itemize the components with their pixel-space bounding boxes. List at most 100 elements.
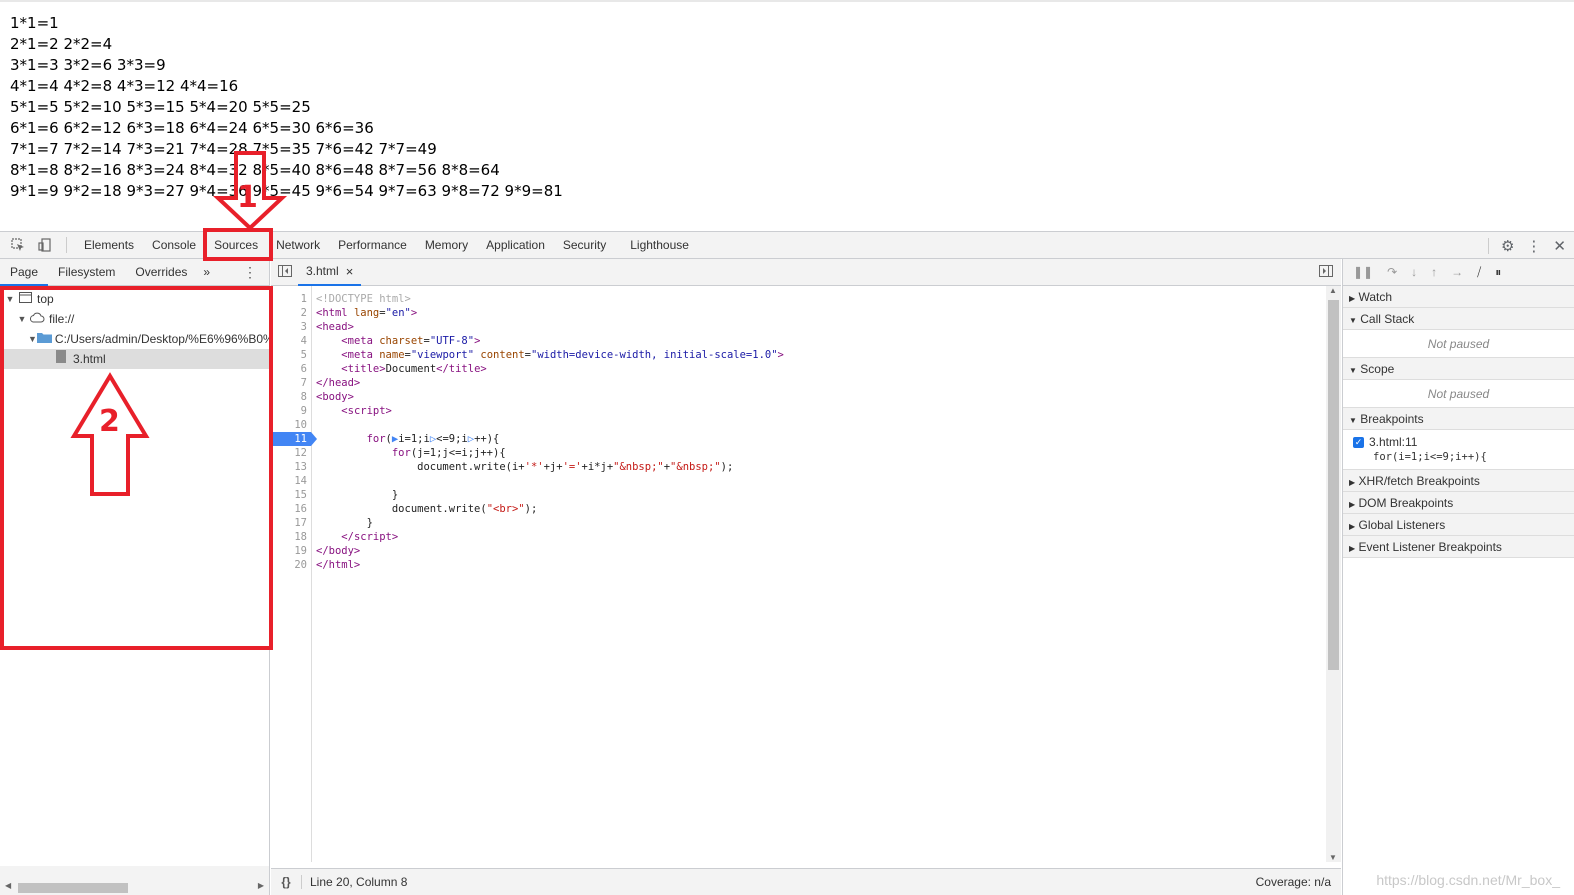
section-dom-breakpoints[interactable]: ▶ DOM Breakpoints: [1343, 492, 1574, 514]
step-into-icon[interactable]: ↓: [1411, 265, 1417, 279]
code-line[interactable]: <meta charset="UTF-8">: [316, 334, 784, 348]
debugger-toolbar: ❚❚ ↷ ↓ ↑ → ⧸ ⏸: [1343, 259, 1574, 286]
code-area[interactable]: 1 2 3 4 5 6 7 8 9 10 11 12 13 14 15 16 1…: [271, 286, 1326, 862]
line-number[interactable]: 14: [271, 474, 311, 488]
divider: [66, 237, 67, 253]
code-line[interactable]: </script>: [316, 530, 784, 544]
navigator-scrollbar[interactable]: ◀ ▶: [0, 879, 269, 895]
line-number[interactable]: 7: [271, 376, 311, 390]
line-number[interactable]: 19: [271, 544, 311, 558]
section-global-listeners[interactable]: ▶ Global Listeners: [1343, 514, 1574, 536]
tab-elements[interactable]: Elements: [75, 232, 143, 259]
inspect-element-icon[interactable]: [4, 232, 31, 259]
line-number[interactable]: 3: [271, 320, 311, 334]
scroll-left-icon[interactable]: ◀: [5, 881, 11, 890]
source-code[interactable]: <!DOCTYPE html><html lang="en"><head> <m…: [316, 286, 784, 572]
code-line[interactable]: }: [316, 516, 784, 530]
tab-performance[interactable]: Performance: [329, 232, 416, 259]
section-xhr-breakpoints[interactable]: ▶ XHR/fetch Breakpoints: [1343, 470, 1574, 492]
line-number[interactable]: 20: [271, 558, 311, 572]
code-line[interactable]: </html>: [316, 558, 784, 572]
settings-gear-icon[interactable]: ⚙: [1501, 237, 1514, 255]
device-toolbar-icon[interactable]: [31, 232, 58, 259]
line-number[interactable]: 12: [271, 446, 311, 460]
tab-network[interactable]: Network: [267, 232, 329, 259]
code-line[interactable]: <script>: [316, 404, 784, 418]
scroll-up-icon[interactable]: ▲: [1329, 286, 1337, 295]
section-breakpoints[interactable]: ▼ Breakpoints: [1343, 408, 1574, 430]
step-icon[interactable]: →: [1451, 265, 1463, 279]
toggle-navigator-icon[interactable]: [271, 265, 298, 280]
line-number[interactable]: 6: [271, 362, 311, 376]
code-editor: 3.html × 1 2 3 4 5 6 7 8 9 10 11 12 13: [271, 259, 1341, 895]
code-line[interactable]: <!DOCTYPE html>: [316, 292, 784, 306]
step-out-icon[interactable]: ↑: [1431, 265, 1437, 279]
tab-page[interactable]: Page: [0, 259, 48, 286]
line-number[interactable]: 17: [271, 516, 311, 530]
line-number[interactable]: 5: [271, 348, 311, 362]
line-number[interactable]: 4: [271, 334, 311, 348]
output-line: 4*1=4 4*2=8 4*3=12 4*4=16: [10, 76, 1564, 97]
code-line[interactable]: [316, 418, 784, 432]
scrollbar-thumb[interactable]: [18, 883, 128, 893]
line-number[interactable]: 9: [271, 404, 311, 418]
code-line[interactable]: }: [316, 488, 784, 502]
tab-console[interactable]: Console: [143, 232, 205, 259]
more-options-icon[interactable]: ⋮: [1526, 237, 1541, 255]
code-line[interactable]: <body>: [316, 390, 784, 404]
code-line[interactable]: <head>: [316, 320, 784, 334]
close-icon[interactable]: ✕: [1553, 237, 1566, 255]
tab-filesystem[interactable]: Filesystem: [48, 259, 125, 286]
line-number[interactable]: 8: [271, 390, 311, 404]
scrollbar-thumb[interactable]: [1328, 300, 1339, 670]
file-tab-3html[interactable]: 3.html ×: [298, 259, 361, 286]
deactivate-breakpoints-icon[interactable]: ⧸: [1477, 265, 1481, 280]
scroll-right-icon[interactable]: ▶: [258, 881, 264, 890]
code-line[interactable]: <meta name="viewport" content="width=dev…: [316, 348, 784, 362]
section-event-listener-breakpoints[interactable]: ▶ Event Listener Breakpoints: [1343, 536, 1574, 558]
code-line[interactable]: </head>: [316, 376, 784, 390]
line-gutter[interactable]: 1 2 3 4 5 6 7 8 9 10 11 12 13 14 15 16 1…: [271, 286, 312, 862]
checkbox-checked-icon[interactable]: ✓: [1353, 437, 1364, 448]
code-line[interactable]: document.write(i+'*'+j+'='+i*j+"&nbsp;"+…: [316, 460, 784, 474]
pretty-print-icon[interactable]: {}: [271, 875, 301, 889]
line-number[interactable]: 13: [271, 460, 311, 474]
tab-security[interactable]: Security: [554, 232, 615, 259]
collapsed-triangle-icon: ▶: [1349, 544, 1355, 553]
tab-lighthouse[interactable]: Lighthouse: [621, 232, 698, 259]
collapsed-triangle-icon: ▶: [1349, 294, 1355, 303]
code-line[interactable]: for(j=1;j<=i;j++){: [316, 446, 784, 460]
code-line[interactable]: document.write("<br>");: [316, 502, 784, 516]
section-call-stack[interactable]: ▼ Call Stack: [1343, 308, 1574, 330]
editor-scrollbar[interactable]: ▲ ▼: [1326, 286, 1341, 862]
tab-overrides[interactable]: Overrides: [125, 259, 197, 286]
step-over-icon[interactable]: ↷: [1387, 265, 1397, 279]
section-scope[interactable]: ▼ Scope: [1343, 358, 1574, 380]
more-tabs-icon[interactable]: »: [197, 259, 216, 286]
navigator-menu-icon[interactable]: ⋮: [243, 264, 257, 281]
expanded-triangle-icon: ▼: [1349, 416, 1357, 425]
code-line[interactable]: [316, 474, 784, 488]
breakpoint-item[interactable]: ✓ 3.html:11: [1353, 435, 1564, 450]
section-title: DOM Breakpoints: [1359, 496, 1454, 510]
line-number[interactable]: 1: [271, 292, 311, 306]
close-tab-icon[interactable]: ×: [346, 258, 354, 285]
pause-icon[interactable]: ❚❚: [1353, 265, 1373, 279]
line-number[interactable]: 16: [271, 502, 311, 516]
toggle-debugger-icon[interactable]: [1319, 265, 1333, 280]
section-watch[interactable]: ▶ Watch: [1343, 286, 1574, 308]
breakpoint-marker[interactable]: 11: [273, 432, 311, 446]
pause-on-exceptions-icon[interactable]: ⏸: [1495, 265, 1501, 280]
line-number[interactable]: 2: [271, 306, 311, 320]
line-number[interactable]: 15: [271, 488, 311, 502]
code-line[interactable]: <html lang="en">: [316, 306, 784, 320]
code-line[interactable]: </body>: [316, 544, 784, 558]
scroll-down-icon[interactable]: ▼: [1329, 853, 1337, 862]
code-line[interactable]: <title>Document</title>: [316, 362, 784, 376]
editor-statusbar: {} Line 20, Column 8 Coverage: n/a: [271, 868, 1341, 895]
code-line[interactable]: for(▶i=1;i▷<=9;i▷++){: [316, 432, 784, 446]
line-number[interactable]: 10: [271, 418, 311, 432]
line-number[interactable]: 18: [271, 530, 311, 544]
tab-memory[interactable]: Memory: [416, 232, 477, 259]
tab-application[interactable]: Application: [477, 232, 554, 259]
